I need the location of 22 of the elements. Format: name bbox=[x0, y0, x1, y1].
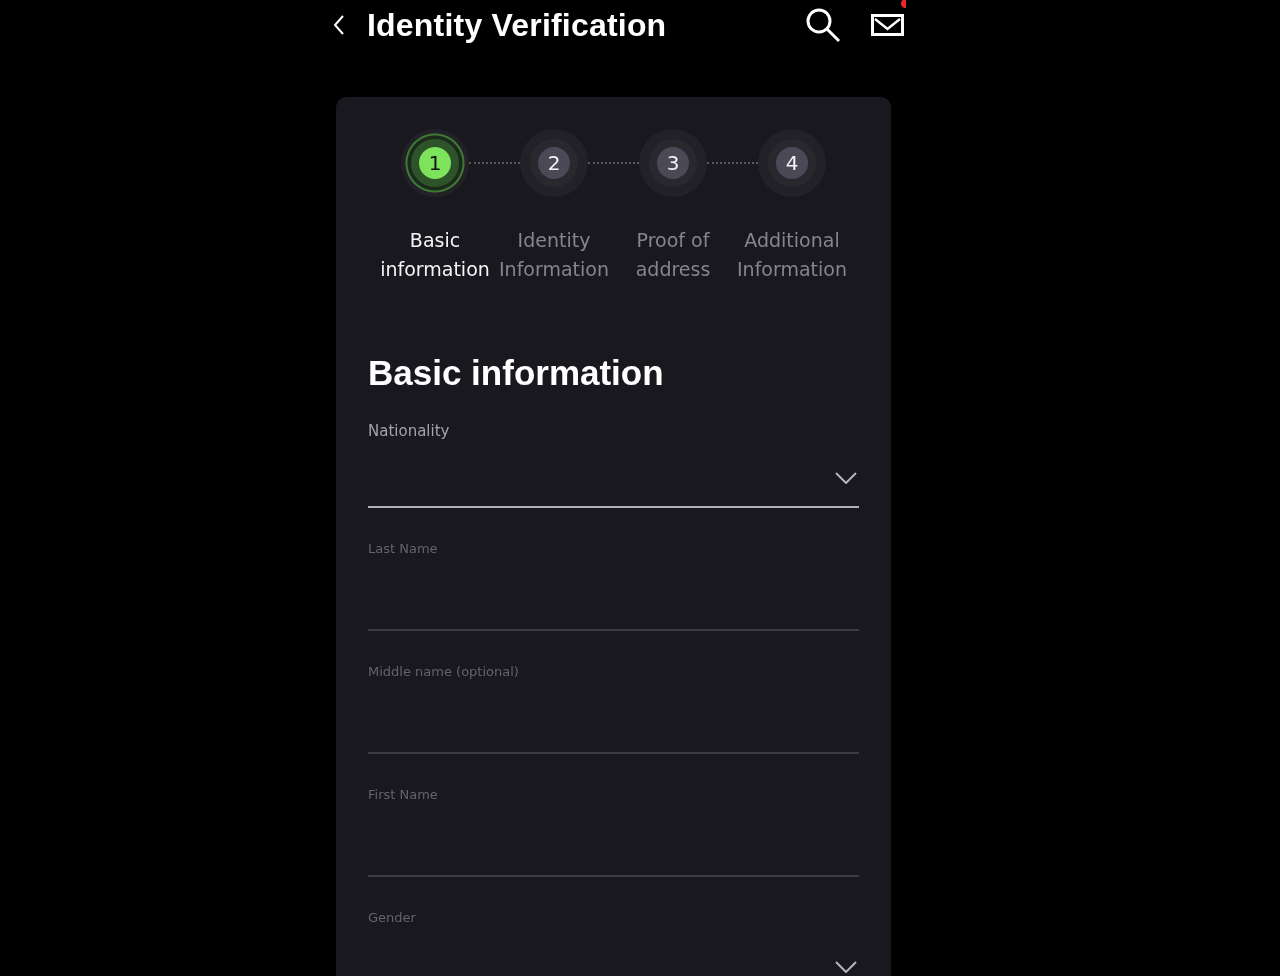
envelope-icon bbox=[871, 14, 904, 36]
field-label: First Name bbox=[368, 786, 438, 804]
page-title: Identity Verification bbox=[367, 6, 668, 44]
step-number: 1 bbox=[411, 139, 459, 187]
step-label: Basic information bbox=[379, 228, 491, 282]
field-label: Last Name bbox=[368, 540, 438, 558]
step-number: 2 bbox=[530, 139, 578, 187]
step-label: Proof of address bbox=[634, 228, 712, 282]
field-label: Gender bbox=[368, 909, 416, 927]
step-number: 4 bbox=[768, 139, 816, 187]
field-label: Middle name (optional) bbox=[368, 663, 519, 681]
search-button[interactable] bbox=[805, 7, 841, 43]
chevron-left-icon bbox=[333, 14, 345, 36]
field-label: Nationality bbox=[368, 421, 450, 441]
chevron-down-icon bbox=[835, 961, 857, 973]
section-heading: Basic information bbox=[368, 353, 665, 393]
chevron-down-icon bbox=[835, 471, 857, 484]
back-button[interactable] bbox=[332, 13, 346, 37]
step-label: Additional Information bbox=[736, 228, 848, 282]
step-number: 3 bbox=[649, 139, 697, 187]
step-label: Identity Information bbox=[498, 228, 610, 282]
search-icon bbox=[805, 7, 841, 43]
